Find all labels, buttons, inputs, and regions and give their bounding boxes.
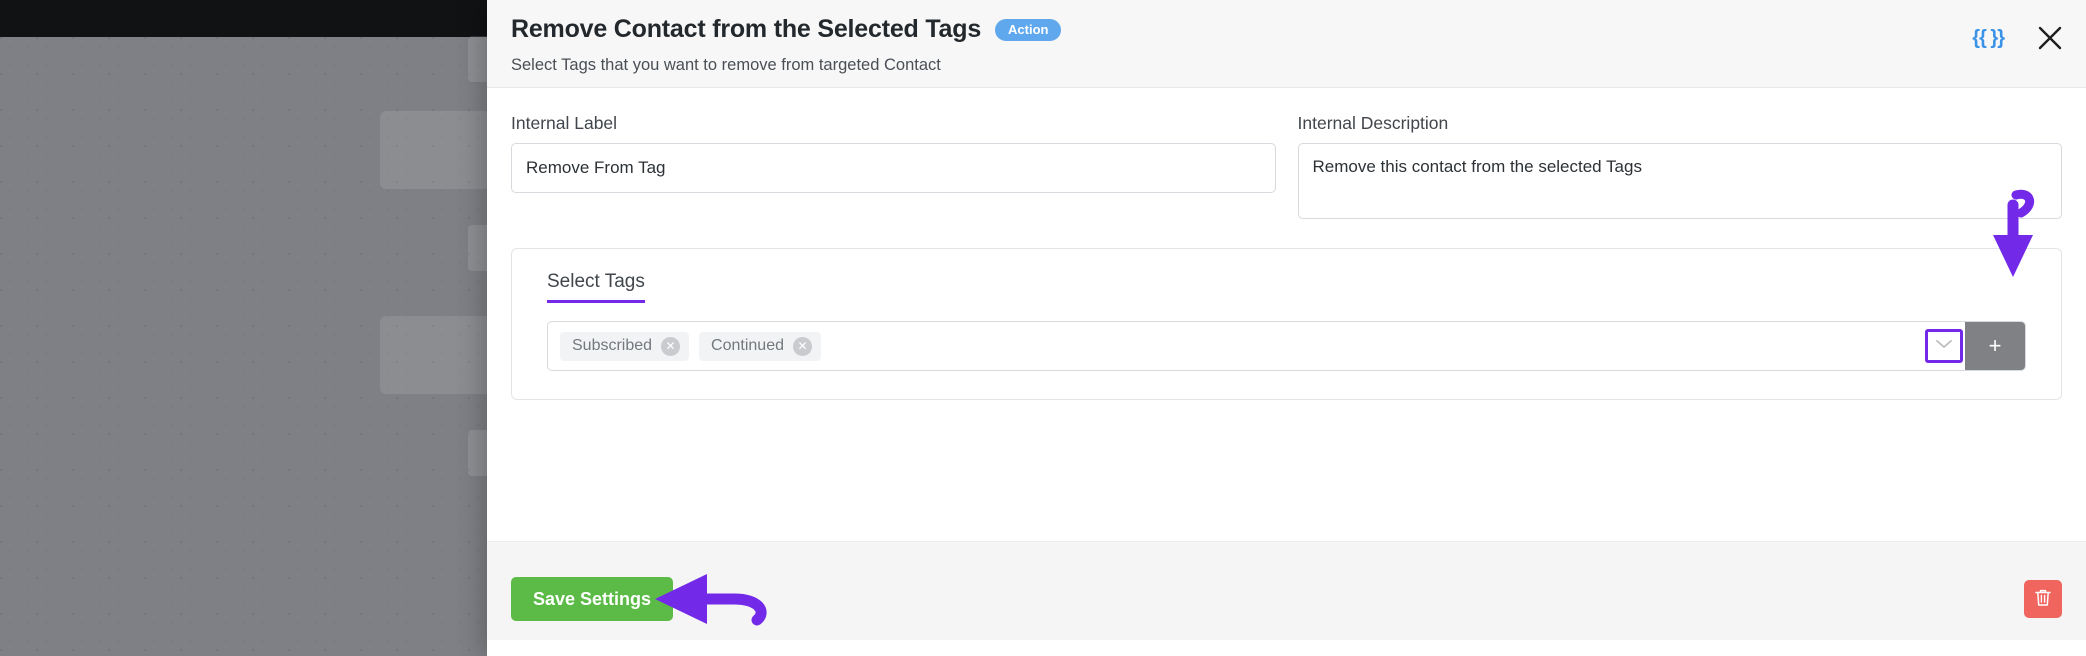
tag-chip-remove-icon[interactable]: ✕ <box>793 336 812 356</box>
save-settings-button[interactable]: Save Settings <box>511 577 674 621</box>
modal-subtitle: Select Tags that you want to remove from… <box>511 56 941 74</box>
add-tag-button[interactable]: + <box>1965 322 2025 370</box>
tags-input-row: Subscribed ✕ Continued ✕ + <box>547 321 2026 371</box>
tag-chip-remove-icon[interactable]: ✕ <box>661 336 681 356</box>
select-tags-panel: Select Tags Subscribed ✕ Continued ✕ + <box>511 189 2062 400</box>
delete-action-button[interactable] <box>2024 580 2062 618</box>
tag-chip-label: Continued <box>711 337 784 354</box>
page-title: Remove Contact from the Selected Tags <box>511 15 982 43</box>
internal-label-field-group: Internal Label <box>511 113 1276 193</box>
modal-bottom-edge <box>487 640 2086 656</box>
modal-title-row: Remove Contact from the Selected Tags Ac… <box>511 15 2086 44</box>
tag-chip-label: Subscribed <box>572 337 653 354</box>
fields-row: Internal Label Internal Description <box>511 113 2062 224</box>
tag-chip[interactable]: Continued ✕ <box>699 331 821 361</box>
internal-description-textarea[interactable] <box>1297 143 2062 219</box>
modal-header: Remove Contact from the Selected Tags Ac… <box>487 0 2086 88</box>
selected-tag-chips: Subscribed ✕ Continued ✕ <box>548 322 1925 370</box>
internal-description-label: Internal Description <box>1297 113 1449 133</box>
action-settings-modal: Remove Contact from the Selected Tags Ac… <box>487 0 2086 656</box>
chevron-down-icon <box>1935 337 1953 355</box>
modal-body: Internal Label Internal Description Sele… <box>487 88 2086 541</box>
select-tags-heading: Select Tags <box>547 271 645 303</box>
internal-label-label: Internal Label <box>511 113 618 133</box>
modal-footer: Save Settings <box>487 541 2086 656</box>
close-icon[interactable] <box>2036 24 2064 52</box>
merge-tags-icon[interactable]: {{ }} <box>1972 27 2005 50</box>
status-badge: Action <box>995 18 1062 41</box>
trash-icon <box>2034 588 2052 610</box>
tag-chip[interactable]: Subscribed ✕ <box>560 331 690 361</box>
internal-description-field-group: Internal Description <box>1297 113 2062 224</box>
tags-dropdown-toggle[interactable] <box>1925 329 1963 363</box>
screen-root: Remove Contact from the Selected Tags Ac… <box>0 0 2086 656</box>
header-actions: {{ }} <box>1972 24 2064 52</box>
internal-label-input[interactable] <box>511 143 1276 193</box>
